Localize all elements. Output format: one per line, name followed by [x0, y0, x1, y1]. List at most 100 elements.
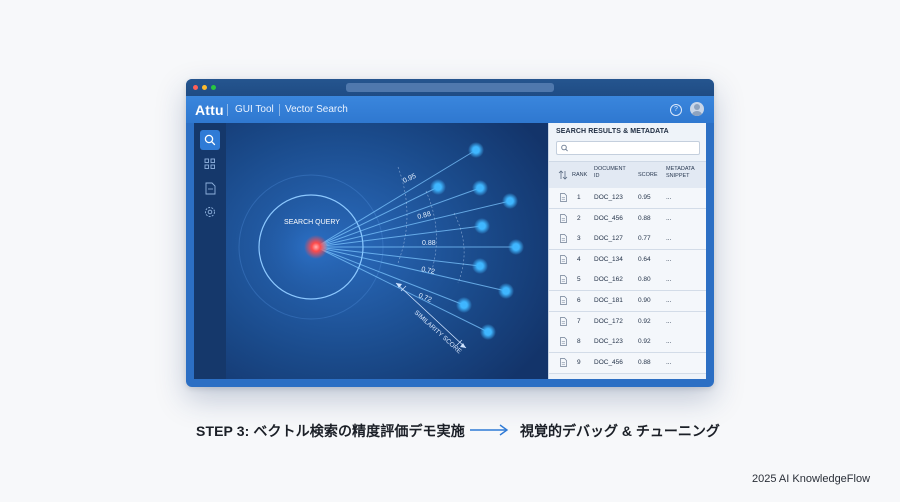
document-id-cell: DOC_456	[594, 358, 623, 366]
sidebar	[194, 123, 226, 379]
document-icon	[560, 234, 567, 244]
window-titlebar	[186, 79, 714, 96]
avatar[interactable]	[690, 102, 704, 116]
rank-cell: 7	[577, 317, 581, 325]
column-rank[interactable]: RANK	[572, 172, 587, 179]
help-icon[interactable]: ?	[670, 104, 682, 116]
column-document-id-line1: DOCUMENT	[594, 166, 626, 172]
score-cell: 0.64	[638, 255, 651, 263]
sidebar-item-collections[interactable]	[200, 154, 220, 174]
column-document-id-line2: ID	[594, 173, 600, 179]
document-icon	[560, 213, 567, 223]
metadata-cell: ...	[666, 276, 672, 284]
search-icon	[204, 134, 216, 146]
metadata-cell: ...	[666, 255, 672, 263]
metadata-cell: ...	[666, 194, 672, 201]
arrow-right-icon	[470, 424, 509, 436]
column-document-id[interactable]: DOCUMENT ID	[594, 166, 626, 180]
header-divider	[227, 104, 228, 116]
rank-cell: 6	[577, 297, 581, 304]
metadata-cell: ...	[666, 317, 672, 325]
sidebar-item-search[interactable]	[200, 130, 220, 150]
main-content: 0.95 0.88 0.88 0.72 0.72 SEARCH QUERY SIMILA…	[194, 123, 706, 379]
column-metadata-line1: METADATA	[666, 166, 695, 172]
breadcrumb-vector-search[interactable]: Vector Search	[285, 104, 348, 115]
table-row[interactable]: 4 DOC_134 0.64...	[549, 249, 706, 271]
query-point	[304, 235, 328, 259]
score-label: 0.88	[422, 240, 436, 247]
sidebar-item-settings[interactable]	[200, 202, 220, 222]
result-caption: 視覚的デバッグ & チューニング	[520, 423, 720, 439]
app-window: Attu GUI Tool Vector Search ? 0.95 0.88 …	[186, 79, 714, 387]
document-id-cell: DOC_127	[594, 235, 623, 243]
document-id-cell: DOC_162	[594, 276, 623, 284]
sidebar-item-documents[interactable]	[200, 178, 220, 198]
score-cell: 0.92	[638, 317, 651, 325]
sort-icon[interactable]	[558, 170, 568, 180]
column-metadata-line2: SNIPPET	[666, 173, 690, 179]
document-id-cell: DOC_123	[594, 338, 623, 346]
rank-cell: 4	[577, 255, 581, 263]
breadcrumb-gui-tool[interactable]: GUI Tool	[235, 104, 274, 115]
document-icon	[560, 316, 567, 326]
column-score[interactable]: SCORE	[638, 172, 658, 179]
rank-cell: 2	[577, 214, 581, 222]
document-id-cell: DOC_456	[594, 214, 623, 222]
minimize-window-button[interactable]	[202, 85, 207, 90]
table-row[interactable]: 7 DOC_172 0.92...	[549, 311, 706, 333]
document-icon	[560, 254, 567, 264]
results-search-input[interactable]	[556, 141, 700, 155]
app-header: Attu GUI Tool Vector Search ?	[186, 96, 714, 123]
metadata-cell: ...	[666, 235, 672, 243]
similarity-graph: 0.950.880.880.720.72 SEARCH QUERY SIMILA…	[226, 123, 548, 379]
footer-credit: 2025 AI KnowledgeFlow	[752, 473, 871, 485]
document-id-cell: DOC_172	[594, 317, 623, 325]
maximize-window-button[interactable]	[211, 85, 216, 90]
result-vector-core	[460, 301, 468, 309]
vector-visualization: 0.95 0.88 0.88 0.72 0.72 SEARCH QUERY SIMILA…	[226, 123, 548, 379]
results-table-header: RANK DOCUMENT ID SCORE METADATA SNIPPET	[549, 161, 706, 189]
rank-cell: 3	[577, 235, 581, 243]
table-row[interactable]: 2 DOC_456 0.88...	[549, 208, 706, 230]
metadata-cell: ...	[666, 214, 672, 222]
document-icon	[560, 337, 567, 347]
metadata-cell: ...	[666, 297, 672, 304]
settings-icon	[205, 207, 215, 217]
result-vector-core	[502, 287, 510, 295]
score-cell: 0.95	[638, 194, 651, 201]
score-cell: 0.88	[638, 358, 651, 366]
table-row[interactable]: 9 DOC_456 0.88...	[549, 352, 706, 374]
search-icon	[561, 144, 568, 152]
result-vector-core	[506, 197, 514, 205]
query-label: SEARCH QUERY	[284, 219, 340, 226]
document-icon	[560, 296, 567, 305]
document-id-cell: DOC_181	[594, 297, 623, 304]
app-logo: Attu	[195, 102, 224, 118]
table-row[interactable]: 1 DOC_123 0.95...	[549, 188, 706, 209]
rank-cell: 1	[577, 194, 581, 201]
header-divider	[279, 104, 280, 116]
table-row[interactable]: 5 DOC_162 0.80...	[549, 270, 706, 292]
document-icon	[205, 182, 216, 195]
grid-icon	[204, 158, 215, 169]
close-window-button[interactable]	[193, 85, 198, 90]
result-vector-core	[476, 262, 484, 270]
column-metadata-snippet[interactable]: METADATA SNIPPET	[666, 166, 695, 180]
document-icon	[560, 275, 567, 285]
result-vector-core	[512, 243, 520, 251]
results-panel: SEARCH RESULTS & METADATA RANK DOCUMENT …	[548, 123, 706, 379]
document-id-cell: DOC_134	[594, 255, 623, 263]
table-row[interactable]: 3 DOC_127 0.77...	[549, 229, 706, 251]
score-cell: 0.77	[638, 235, 651, 243]
address-bar[interactable]	[346, 83, 554, 92]
result-vector-core	[478, 222, 486, 230]
table-row[interactable]: 8 DOC_123 0.92...	[549, 332, 706, 354]
table-row[interactable]: 6 DOC_181 0.90...	[549, 291, 706, 312]
metadata-cell: ...	[666, 358, 672, 366]
results-panel-title: SEARCH RESULTS & METADATA	[556, 128, 669, 135]
document-icon	[560, 193, 567, 202]
result-vector-core	[472, 146, 480, 154]
score-cell: 0.90	[638, 297, 651, 304]
result-vector-core	[484, 328, 492, 336]
result-vector-core	[434, 183, 442, 191]
